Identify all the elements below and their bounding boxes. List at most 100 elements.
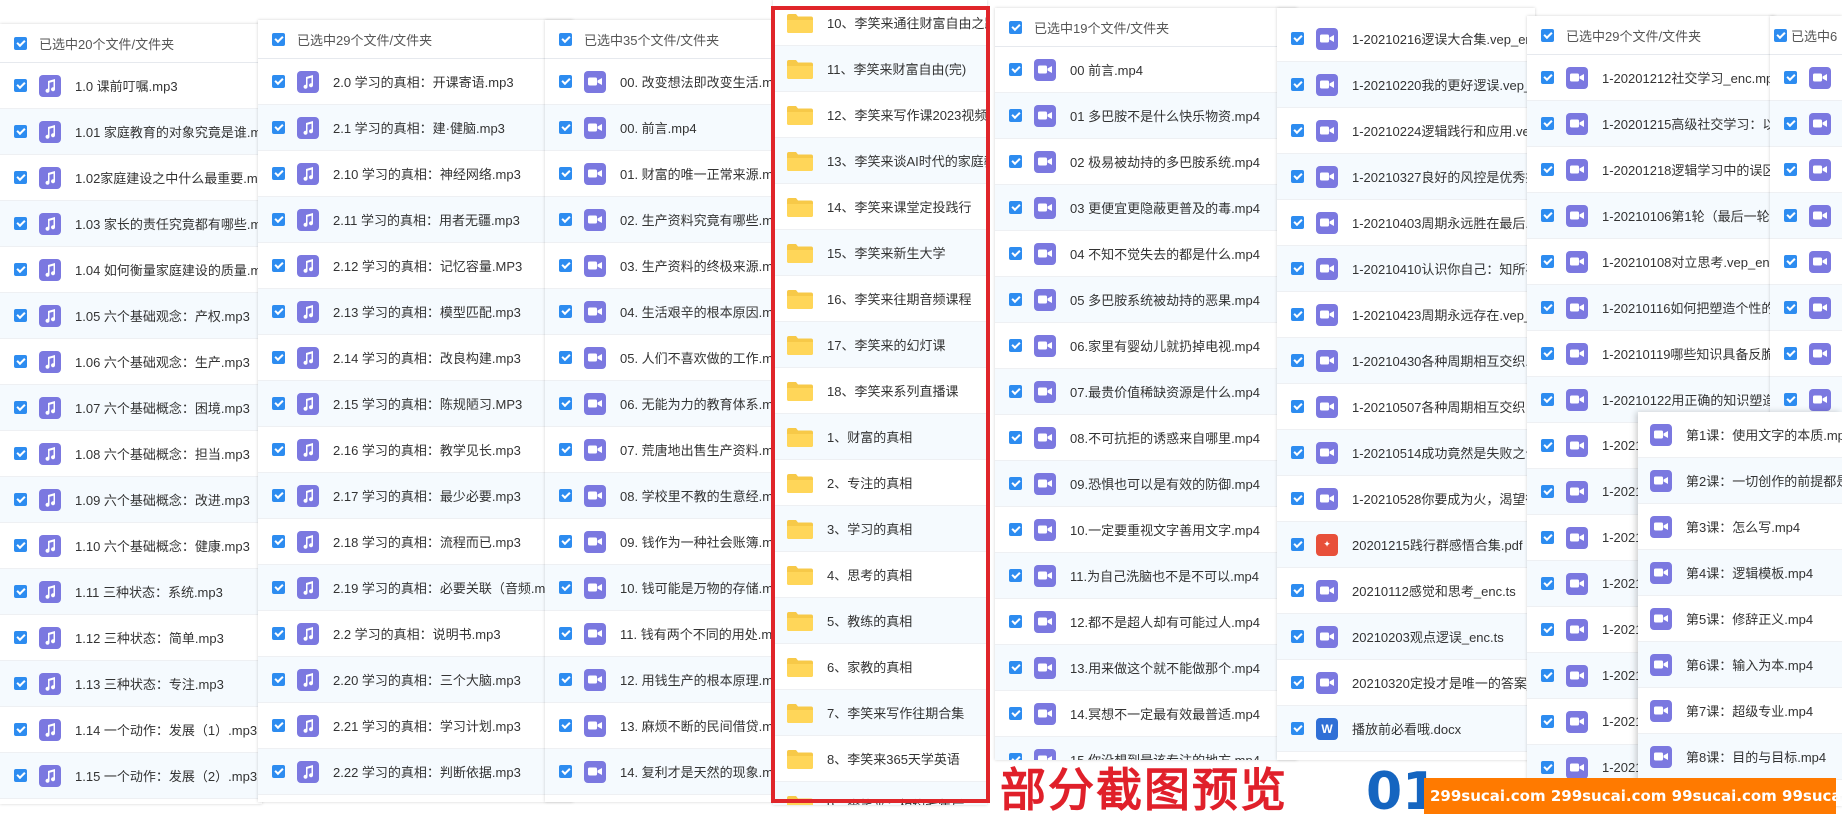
- row-checkbox[interactable]: [1291, 538, 1304, 551]
- row-checkbox[interactable]: [559, 627, 572, 640]
- row-checkbox[interactable]: [1784, 209, 1797, 222]
- row-checkbox[interactable]: [272, 305, 285, 318]
- file-row[interactable]: 13. 麻烦不断的民间借贷.mp4: [545, 703, 780, 749]
- file-row[interactable]: 1.03 家长的责任究竟都有哪些.mp3: [0, 201, 262, 247]
- row-checkbox[interactable]: [1291, 216, 1304, 229]
- row-checkbox[interactable]: [1784, 347, 1797, 360]
- row-checkbox[interactable]: [1541, 439, 1554, 452]
- row-checkbox[interactable]: [1541, 577, 1554, 590]
- file-row[interactable]: 1.15 一个动作：发展（2）.mp3: [0, 753, 262, 799]
- row-checkbox[interactable]: [559, 535, 572, 548]
- row-checkbox[interactable]: [14, 447, 27, 460]
- row-checkbox[interactable]: [1784, 163, 1797, 176]
- file-row[interactable]: 第4课：逻辑模板.mp4: [1638, 550, 1842, 596]
- row-checkbox[interactable]: [272, 213, 285, 226]
- select-all-checkbox[interactable]: [559, 32, 572, 46]
- file-row[interactable]: 05 多巴胺系统被劫持的恶果.mp4: [995, 277, 1297, 323]
- row-checkbox[interactable]: [14, 79, 27, 92]
- row-checkbox[interactable]: [1291, 262, 1304, 275]
- row-checkbox[interactable]: [1009, 431, 1022, 444]
- file-row[interactable]: 2.0 学习的真相：开课寄语.mp3: [258, 59, 573, 105]
- file-row[interactable]: 2.14 学习的真相：改良构建.mp3: [258, 335, 573, 381]
- file-row[interactable]: 00. 前言.mp4: [545, 105, 780, 151]
- row-checkbox[interactable]: [272, 719, 285, 732]
- row-checkbox[interactable]: [1541, 209, 1554, 222]
- file-row[interactable]: 1.13 三种状态：专注.mp3: [0, 661, 262, 707]
- file-row[interactable]: 1-20210327良好的风控是优秀投资.mp4: [1277, 154, 1535, 200]
- row-checkbox[interactable]: [1009, 661, 1022, 674]
- file-row[interactable]: 03. 生产资料的终极来源.mp4: [545, 243, 780, 289]
- folder-row[interactable]: 17、李笑来的幻灯课: [773, 322, 987, 368]
- file-row[interactable]: 2: [1770, 193, 1842, 239]
- folder-row[interactable]: 13、李笑来谈AI时代的家庭教育: [773, 138, 987, 184]
- file-row[interactable]: 01. 财富的唯一正常来源.mp4: [545, 151, 780, 197]
- file-row[interactable]: 1-20210108对立思考.vep_enc.mp4: [1527, 239, 1775, 285]
- file-row[interactable]: 07.最贵价值稀缺资源是什么.mp4: [995, 369, 1297, 415]
- file-row[interactable]: 第1课：使用文字的本质.mp4: [1638, 412, 1842, 458]
- file-row[interactable]: 2.15 学习的真相：陈规陋习.MP3: [258, 381, 573, 427]
- row-checkbox[interactable]: [1784, 301, 1797, 314]
- row-checkbox[interactable]: [1009, 155, 1022, 168]
- file-row[interactable]: 00 前言.mp4: [995, 47, 1297, 93]
- row-checkbox[interactable]: [1291, 676, 1304, 689]
- file-row[interactable]: 1-20210403周期永远胜在最后.vep_enc.mp4: [1277, 200, 1535, 246]
- select-all-checkbox[interactable]: [1541, 28, 1554, 42]
- folder-row[interactable]: 10、李笑来通往财富自由之路: [773, 0, 987, 46]
- file-row[interactable]: 1.02家庭建设之中什么最重要.mp3: [0, 155, 262, 201]
- row-checkbox[interactable]: [14, 493, 27, 506]
- file-row[interactable]: 第3课：怎么写.mp4: [1638, 504, 1842, 550]
- file-row[interactable]: 00. 改变想法即改变生活.mp4: [545, 59, 780, 105]
- file-row[interactable]: 13.用来做这个就不能做那个.mp4: [995, 645, 1297, 691]
- row-checkbox[interactable]: [1784, 117, 1797, 130]
- file-row[interactable]: 2.16 学习的真相：教学见长.mp3: [258, 427, 573, 473]
- row-checkbox[interactable]: [1291, 32, 1304, 45]
- row-checkbox[interactable]: [1009, 247, 1022, 260]
- row-checkbox[interactable]: [1541, 347, 1554, 360]
- row-checkbox[interactable]: [559, 213, 572, 226]
- row-checkbox[interactable]: [272, 673, 285, 686]
- row-checkbox[interactable]: [1784, 71, 1797, 84]
- row-checkbox[interactable]: [14, 401, 27, 414]
- file-row[interactable]: 第7课：超级专业.mp4: [1638, 688, 1842, 734]
- row-checkbox[interactable]: [559, 765, 572, 778]
- file-row[interactable]: 1.11 三种状态：系统.mp3: [0, 569, 262, 615]
- file-row[interactable]: 20210112感觉和思考_enc.ts: [1277, 568, 1535, 614]
- row-checkbox[interactable]: [14, 263, 27, 276]
- file-row[interactable]: 2.20 学习的真相：三个大脑.mp3: [258, 657, 573, 703]
- file-row[interactable]: 20210203观点逻误_enc.ts: [1277, 614, 1535, 660]
- file-row[interactable]: 2.1 学习的真相：建·健脑.mp3: [258, 105, 573, 151]
- row-checkbox[interactable]: [1291, 354, 1304, 367]
- file-row[interactable]: 1-20210514成功竟然是失败之母.mp4: [1277, 430, 1535, 476]
- file-row[interactable]: 2.21 学习的真相：学习计划.mp3: [258, 703, 573, 749]
- row-checkbox[interactable]: [1291, 400, 1304, 413]
- file-row[interactable]: 04 不知不觉失去的都是什么.mp4: [995, 231, 1297, 277]
- row-checkbox[interactable]: [1009, 63, 1022, 76]
- file-row[interactable]: 第8课：目的与目标.mp4: [1638, 734, 1842, 780]
- row-checkbox[interactable]: [1009, 109, 1022, 122]
- folder-row[interactable]: 16、李笑来往期音频课程: [773, 276, 987, 322]
- row-checkbox[interactable]: [1291, 492, 1304, 505]
- file-row[interactable]: 08. 学校里不教的生意经.mp4: [545, 473, 780, 519]
- folder-row[interactable]: 18、李笑来系列直播课: [773, 368, 987, 414]
- file-row[interactable]: 11.为自己洗脑也不是不可以.mp4: [995, 553, 1297, 599]
- row-checkbox[interactable]: [559, 489, 572, 502]
- file-row[interactable]: 1-20210119哪些知识具备反脆弱.mp4: [1527, 331, 1775, 377]
- file-row[interactable]: 第6课：输入为本.mp4: [1638, 642, 1842, 688]
- file-row[interactable]: 2.10 学习的真相：神经网络.mp3: [258, 151, 573, 197]
- select-all-checkbox[interactable]: [14, 36, 27, 50]
- file-row[interactable]: 2.19 学习的真相：必要关联（音频.mp3: [258, 565, 573, 611]
- select-all-checkbox[interactable]: [1774, 28, 1787, 42]
- file-row[interactable]: 1-20210507各种周期相互交织（下）.mp4: [1277, 384, 1535, 430]
- row-checkbox[interactable]: [1541, 761, 1554, 774]
- row-checkbox[interactable]: [1291, 630, 1304, 643]
- folder-row[interactable]: 5、教练的真相: [773, 598, 987, 644]
- select-all-checkbox[interactable]: [1009, 20, 1022, 34]
- row-checkbox[interactable]: [559, 581, 572, 594]
- row-checkbox[interactable]: [14, 769, 27, 782]
- file-row[interactable]: 06.家里有婴幼儿就扔掉电视.mp4: [995, 323, 1297, 369]
- file-row[interactable]: W 播放前必看哦.docx: [1277, 706, 1535, 752]
- row-checkbox[interactable]: [14, 539, 27, 552]
- file-row[interactable]: 1-20210430各种周期相互交织.vep_enc.mp4: [1277, 338, 1535, 384]
- file-row[interactable]: 1-20210106第1轮（最后一轮）.mp4: [1527, 193, 1775, 239]
- file-row[interactable]: 第2课：一切创作的前提都是适度.mp4: [1638, 458, 1842, 504]
